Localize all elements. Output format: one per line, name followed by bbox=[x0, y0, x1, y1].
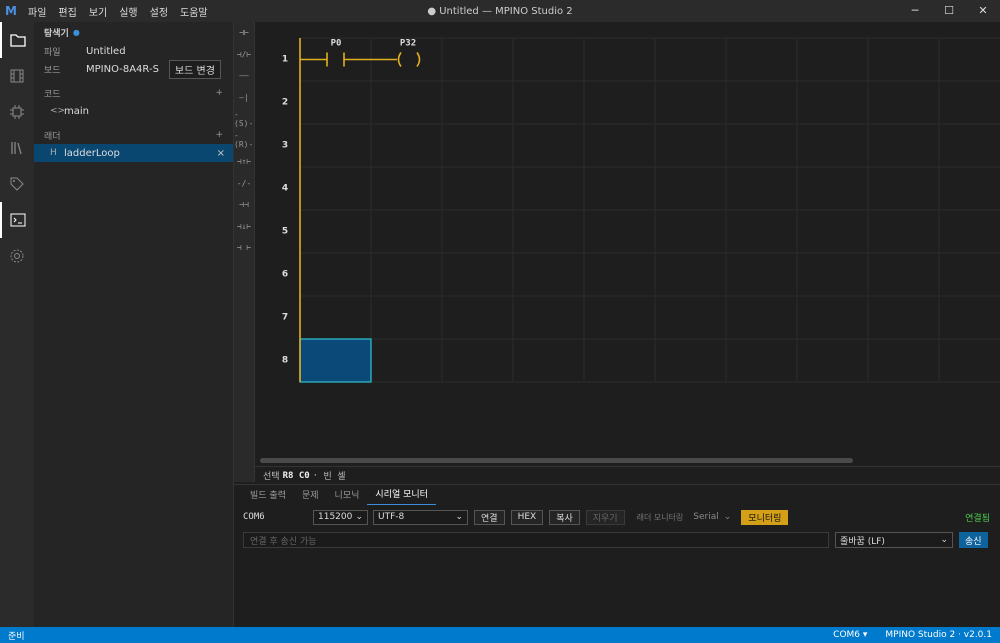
change-board-button[interactable]: 보드 변경 bbox=[168, 59, 221, 79]
monitoring-button[interactable]: 모니터링 bbox=[741, 509, 789, 525]
add-ladder-icon[interactable]: + bbox=[215, 130, 223, 140]
menu-edit[interactable]: 편집 bbox=[52, 4, 82, 19]
menu-help[interactable]: 도움말 bbox=[174, 4, 214, 19]
tag-icon[interactable] bbox=[0, 166, 34, 202]
row-number: 7 bbox=[282, 313, 288, 323]
no-contact-tool[interactable]: ⊣⊢ bbox=[234, 22, 254, 44]
clear-button[interactable]: 지우기 bbox=[585, 509, 625, 525]
footer-version: MPINO Studio 2 · v2.0.1 bbox=[885, 630, 992, 640]
ladder-grid[interactable]: 1 2 3 4 5 6 7 8 P0 P32 bbox=[255, 22, 1000, 456]
copy-button[interactable]: 복사 bbox=[549, 509, 580, 525]
contact-label: P0 bbox=[331, 39, 342, 49]
code-item-main[interactable]: <> main bbox=[34, 102, 233, 120]
row-number: 4 bbox=[282, 184, 288, 194]
books-icon[interactable] bbox=[0, 130, 34, 166]
send-button[interactable]: 송신 bbox=[959, 532, 988, 548]
ready-status: 준비 bbox=[8, 631, 25, 642]
activity-bar bbox=[0, 22, 34, 627]
title-bar: M 파일 편집 보기 실행 설정 도움말 ● Untitled — MPINO … bbox=[0, 0, 1000, 22]
tab-serial-monitor[interactable]: 시리얼 모니터 bbox=[367, 487, 436, 505]
falling-edge-tool[interactable]: ⊣↓⊢ bbox=[234, 216, 254, 238]
row-number: 3 bbox=[282, 141, 288, 151]
explorer-header: 탐색기 ● bbox=[44, 27, 80, 39]
menu-settings[interactable]: 설정 bbox=[144, 4, 174, 19]
explorer-panel: 탐색기 ● 파일 Untitled 보드 MPINO-8A4R-S 보드 변경 코드 + … bbox=[34, 22, 234, 627]
film-icon[interactable] bbox=[0, 58, 34, 94]
board-row: 보드 MPINO-8A4R-S 보드 변경 bbox=[34, 59, 233, 79]
chip-icon[interactable] bbox=[0, 94, 34, 130]
ladder-canvas[interactable]: 1 2 3 4 5 6 7 8 P0 P32 bbox=[255, 22, 1000, 466]
line-ending-select[interactable]: 줄바꿈 (LF) ⌄ bbox=[835, 532, 953, 548]
tab-mnemonic[interactable]: 니모닉 bbox=[327, 488, 368, 505]
vline-tool[interactable]: —| bbox=[234, 87, 254, 109]
board-name: MPINO-8A4R-S bbox=[86, 63, 159, 75]
nc-contact-tool[interactable]: ⊣/⊢ bbox=[234, 44, 254, 66]
selection-status: 선택 R8 C0 · 빈 셀 bbox=[255, 466, 1000, 484]
reset-coil-tool[interactable]: -(R)- bbox=[234, 130, 254, 152]
menu-bar: 파일 편집 보기 실행 설정 도움말 bbox=[22, 4, 214, 19]
gear-icon[interactable] bbox=[0, 238, 34, 274]
coil-right-arc bbox=[416, 52, 421, 67]
send-input[interactable]: 연결 후 송신 가능 bbox=[243, 532, 829, 548]
hline-tool[interactable]: —— bbox=[234, 65, 254, 87]
ladder-section: 래더 + bbox=[44, 130, 223, 142]
menu-run[interactable]: 실행 bbox=[113, 4, 143, 19]
maximize-icon[interactable]: ☐ bbox=[932, 0, 966, 22]
horizontal-scrollbar[interactable] bbox=[255, 457, 1000, 465]
status-bar: 준비 COM6 ▾ MPINO Studio 2 · v2.0.1 bbox=[0, 627, 1000, 643]
minimize-icon[interactable]: ─ bbox=[898, 0, 932, 22]
file-row: 파일 Untitled bbox=[44, 45, 126, 58]
chevron-down-icon: ⌄ bbox=[940, 535, 948, 545]
chevron-down-icon: ⌄ bbox=[355, 512, 363, 522]
connect-button[interactable]: 연결 bbox=[474, 509, 505, 525]
add-code-icon[interactable]: + bbox=[215, 88, 223, 98]
code-section: 코드 + bbox=[44, 88, 223, 100]
rising-edge-tool[interactable]: ⊣↑⊢ bbox=[234, 151, 254, 173]
row-number: 2 bbox=[282, 98, 288, 108]
row-number: 6 bbox=[282, 270, 288, 280]
ladder-monitor-label: 래더 모니터링 bbox=[636, 512, 684, 522]
selected-cell[interactable] bbox=[299, 338, 372, 383]
open-contact-tool[interactable]: ⊣ ⊢ bbox=[234, 237, 254, 259]
ladder-toolbox: ⊣⊢ ⊣/⊢ —— —| -(S)- -(R)- ⊣↑⊢ -/- ⊣⊣ ⊣↓⊢ … bbox=[234, 22, 255, 482]
serial-port: COM6 bbox=[243, 512, 265, 522]
row-number: 8 bbox=[282, 356, 288, 366]
row-number: 1 bbox=[282, 55, 288, 65]
coil-left-arc bbox=[397, 52, 402, 67]
chevron-down-icon: ⌄ bbox=[723, 512, 732, 522]
close-icon[interactable]: ✕ bbox=[966, 0, 1000, 22]
menu-view[interactable]: 보기 bbox=[83, 4, 113, 19]
tab-problems[interactable]: 문제 bbox=[294, 488, 327, 505]
unsaved-dot-icon: ● bbox=[72, 27, 80, 37]
terminal-icon[interactable] bbox=[0, 202, 34, 238]
app-logo: M bbox=[5, 4, 17, 18]
scroll-thumb[interactable] bbox=[260, 458, 853, 463]
ladder-icon: H bbox=[50, 148, 57, 158]
set-coil-tool[interactable]: -(S)- bbox=[234, 108, 254, 130]
ladder-item-ladderloop[interactable]: HladderLoop × bbox=[34, 144, 233, 162]
code-icon: <> bbox=[50, 106, 66, 116]
close-tab-icon[interactable]: × bbox=[217, 148, 225, 159]
bottom-panel: 빌드 출력 문제 니모닉 시리얼 모니터 COM6 115200 ⌄ UTF-8 ⌄… bbox=[234, 484, 1000, 627]
baud-select[interactable]: 115200 ⌄ bbox=[313, 509, 368, 525]
connection-status: 연결됨 bbox=[965, 513, 990, 524]
tab-build-output[interactable]: 빌드 출력 bbox=[242, 488, 294, 505]
ladder-monitor-select[interactable]: Serial ⌄ bbox=[689, 510, 735, 525]
file-name: Untitled bbox=[86, 45, 126, 57]
menu-file[interactable]: 파일 bbox=[22, 4, 52, 19]
row-number: 5 bbox=[282, 227, 288, 237]
footer-port[interactable]: COM6 ▾ bbox=[833, 630, 867, 640]
coil-label: P32 bbox=[400, 39, 416, 49]
parallel-tool[interactable]: ⊣⊣ bbox=[234, 194, 254, 216]
folder-icon[interactable] bbox=[0, 22, 34, 58]
hex-button[interactable]: HEX bbox=[510, 509, 544, 525]
chevron-down-icon: ⌄ bbox=[455, 512, 463, 522]
invert-tool[interactable]: -/- bbox=[234, 173, 254, 195]
encoding-select[interactable]: UTF-8 ⌄ bbox=[373, 509, 468, 525]
